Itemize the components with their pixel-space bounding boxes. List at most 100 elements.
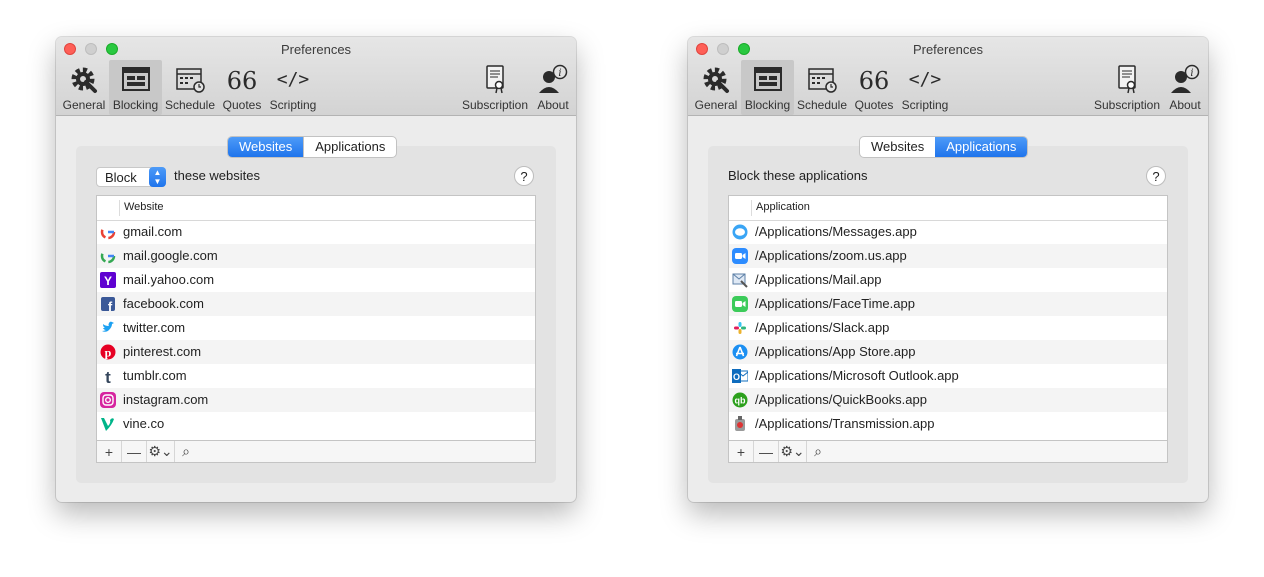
certificate-icon bbox=[486, 65, 504, 94]
mode-select[interactable]: Block ▲ ▼ bbox=[96, 167, 166, 187]
title-bar: Preferences General Blocking Schedule 66… bbox=[688, 37, 1208, 116]
tab-websites[interactable]: Websites bbox=[228, 137, 304, 157]
table-row[interactable]: qb /Applications/QuickBooks.app bbox=[729, 388, 1167, 412]
remove-button[interactable]: — bbox=[754, 441, 779, 462]
svg-text:66: 66 bbox=[859, 67, 890, 95]
toolbar-label: Schedule bbox=[164, 98, 216, 112]
column-header-website[interactable]: Website bbox=[124, 201, 164, 213]
toolbar-about[interactable]: i About bbox=[533, 60, 573, 115]
person-info-icon: i bbox=[539, 64, 568, 93]
remove-button[interactable]: — bbox=[122, 441, 147, 462]
toolbar-label: Subscription bbox=[461, 98, 529, 112]
quote-icon: 66 bbox=[859, 67, 890, 95]
toolbar-general[interactable]: General bbox=[62, 60, 106, 115]
search-button[interactable]: ⌕ bbox=[175, 441, 197, 462]
toolbar-label: Scripting bbox=[901, 98, 949, 112]
toolbar-general[interactable]: General bbox=[694, 60, 738, 115]
gear-menu-button[interactable]: ⚙⌄ bbox=[147, 441, 175, 462]
table-footer-bar: + — ⚙⌄ ⌕ bbox=[97, 440, 535, 462]
table-row[interactable]: /Applications/App Store.app bbox=[729, 340, 1167, 364]
table-row[interactable]: /Applications/Mail.app bbox=[729, 268, 1167, 292]
table-row[interactable]: p pinterest.com bbox=[97, 340, 535, 364]
table-row[interactable]: /Applications/zoom.us.app bbox=[729, 244, 1167, 268]
help-button[interactable]: ? bbox=[1146, 166, 1166, 186]
websites-table: Website gmail.com mail.google.com Y mail… bbox=[96, 195, 536, 463]
toolbar-quotes[interactable]: 66 Quotes bbox=[852, 60, 896, 115]
toolbar-label: Scripting bbox=[269, 98, 317, 112]
toolbar-schedule[interactable]: Schedule bbox=[797, 60, 847, 115]
table-row[interactable]: /Applications/Slack.app bbox=[729, 316, 1167, 340]
add-button[interactable]: + bbox=[97, 441, 122, 462]
table-rows: gmail.com mail.google.com Y mail.yahoo.c… bbox=[97, 220, 535, 442]
table-row[interactable]: Y mail.yahoo.com bbox=[97, 268, 535, 292]
gear-wrench-icon bbox=[71, 67, 97, 93]
app-store-icon bbox=[732, 344, 748, 360]
table-row[interactable]: vine.co bbox=[97, 412, 535, 436]
toolbar-schedule[interactable]: Schedule bbox=[165, 60, 215, 115]
table-row[interactable]: f facebook.com bbox=[97, 292, 535, 316]
svg-text:O: O bbox=[733, 372, 740, 382]
person-info-icon: i bbox=[1171, 64, 1200, 93]
svg-text:</>: </> bbox=[277, 69, 310, 90]
preferences-window-websites: Preferences General Blocking Schedule 66… bbox=[56, 37, 576, 502]
window-title: Preferences bbox=[280, 42, 352, 57]
table-row[interactable]: /Applications/FaceTime.app bbox=[729, 292, 1167, 316]
table-row[interactable]: gmail.com bbox=[97, 220, 535, 244]
add-button[interactable]: + bbox=[729, 441, 754, 462]
vine-icon bbox=[101, 418, 114, 431]
gear-wrench-icon bbox=[703, 67, 729, 93]
table-row[interactable]: twitter.com bbox=[97, 316, 535, 340]
table-header: Website bbox=[97, 196, 535, 221]
preferences-window-applications: Preferences General Blocking Schedule 66… bbox=[688, 37, 1208, 502]
toolbar-quotes[interactable]: 66 Quotes bbox=[220, 60, 264, 115]
calendar-clock-icon bbox=[808, 68, 837, 93]
gear-menu-button[interactable]: ⚙⌄ bbox=[779, 441, 807, 462]
toolbar-label: General bbox=[694, 98, 738, 112]
table-row[interactable]: t tumblr.com bbox=[97, 364, 535, 388]
mail-icon bbox=[732, 273, 748, 288]
toolbar-label: General bbox=[62, 98, 106, 112]
toolbar-blocking[interactable]: Blocking bbox=[741, 60, 794, 115]
block-applications-label: Block these applications bbox=[728, 168, 868, 183]
facetime-icon bbox=[732, 296, 748, 312]
toolbar-subscription[interactable]: Subscription bbox=[1092, 60, 1162, 115]
toolbar-about[interactable]: i About bbox=[1165, 60, 1205, 115]
search-button[interactable]: ⌕ bbox=[807, 441, 829, 462]
zoom-icon bbox=[732, 248, 748, 264]
table-row[interactable]: O /Applications/Microsoft Outlook.app bbox=[729, 364, 1167, 388]
table-footer-bar: + — ⚙⌄ ⌕ bbox=[729, 440, 1167, 462]
messages-icon bbox=[732, 224, 748, 240]
table-row[interactable]: /Applications/Messages.app bbox=[729, 220, 1167, 244]
help-button[interactable]: ? bbox=[514, 166, 534, 186]
title-bar: Preferences General Blocking Schedule 66… bbox=[56, 37, 576, 116]
table-row[interactable]: /Applications/Transmission.app bbox=[729, 412, 1167, 436]
svg-text:66: 66 bbox=[227, 67, 258, 95]
tab-switcher: Websites Applications bbox=[859, 136, 1029, 158]
svg-text:qb: qb bbox=[735, 396, 746, 406]
toolbar-label: Quotes bbox=[854, 98, 894, 112]
toolbar-label: About bbox=[1169, 98, 1201, 112]
toolbar-scripting[interactable]: </> Scripting bbox=[266, 60, 320, 115]
toolbar-label: Blocking bbox=[112, 98, 159, 112]
tab-applications[interactable]: Applications bbox=[303, 137, 396, 157]
google-icon bbox=[100, 224, 116, 240]
tab-websites[interactable]: Websites bbox=[860, 137, 935, 157]
quote-icon: 66 bbox=[227, 67, 258, 95]
toolbar-label: About bbox=[537, 98, 569, 112]
toolbar-subscription[interactable]: Subscription bbox=[460, 60, 530, 115]
toolbar-scripting[interactable]: </> Scripting bbox=[898, 60, 952, 115]
svg-text:Y: Y bbox=[104, 274, 112, 288]
toolbar-label: Schedule bbox=[796, 98, 848, 112]
table-row[interactable]: instagram.com bbox=[97, 388, 535, 412]
twitter-icon bbox=[102, 321, 114, 332]
toolbar-blocking[interactable]: Blocking bbox=[109, 60, 162, 115]
certificate-icon bbox=[1118, 65, 1136, 94]
table-row[interactable]: mail.google.com bbox=[97, 244, 535, 268]
outlook-icon: O bbox=[732, 369, 748, 383]
column-header-application[interactable]: Application bbox=[756, 201, 810, 213]
toolbar-label: Blocking bbox=[744, 98, 791, 112]
svg-text:f: f bbox=[108, 299, 113, 312]
applications-table: Application /Applications/Messages.app /… bbox=[728, 195, 1168, 463]
google-icon bbox=[100, 248, 116, 264]
tab-applications[interactable]: Applications bbox=[935, 137, 1028, 157]
